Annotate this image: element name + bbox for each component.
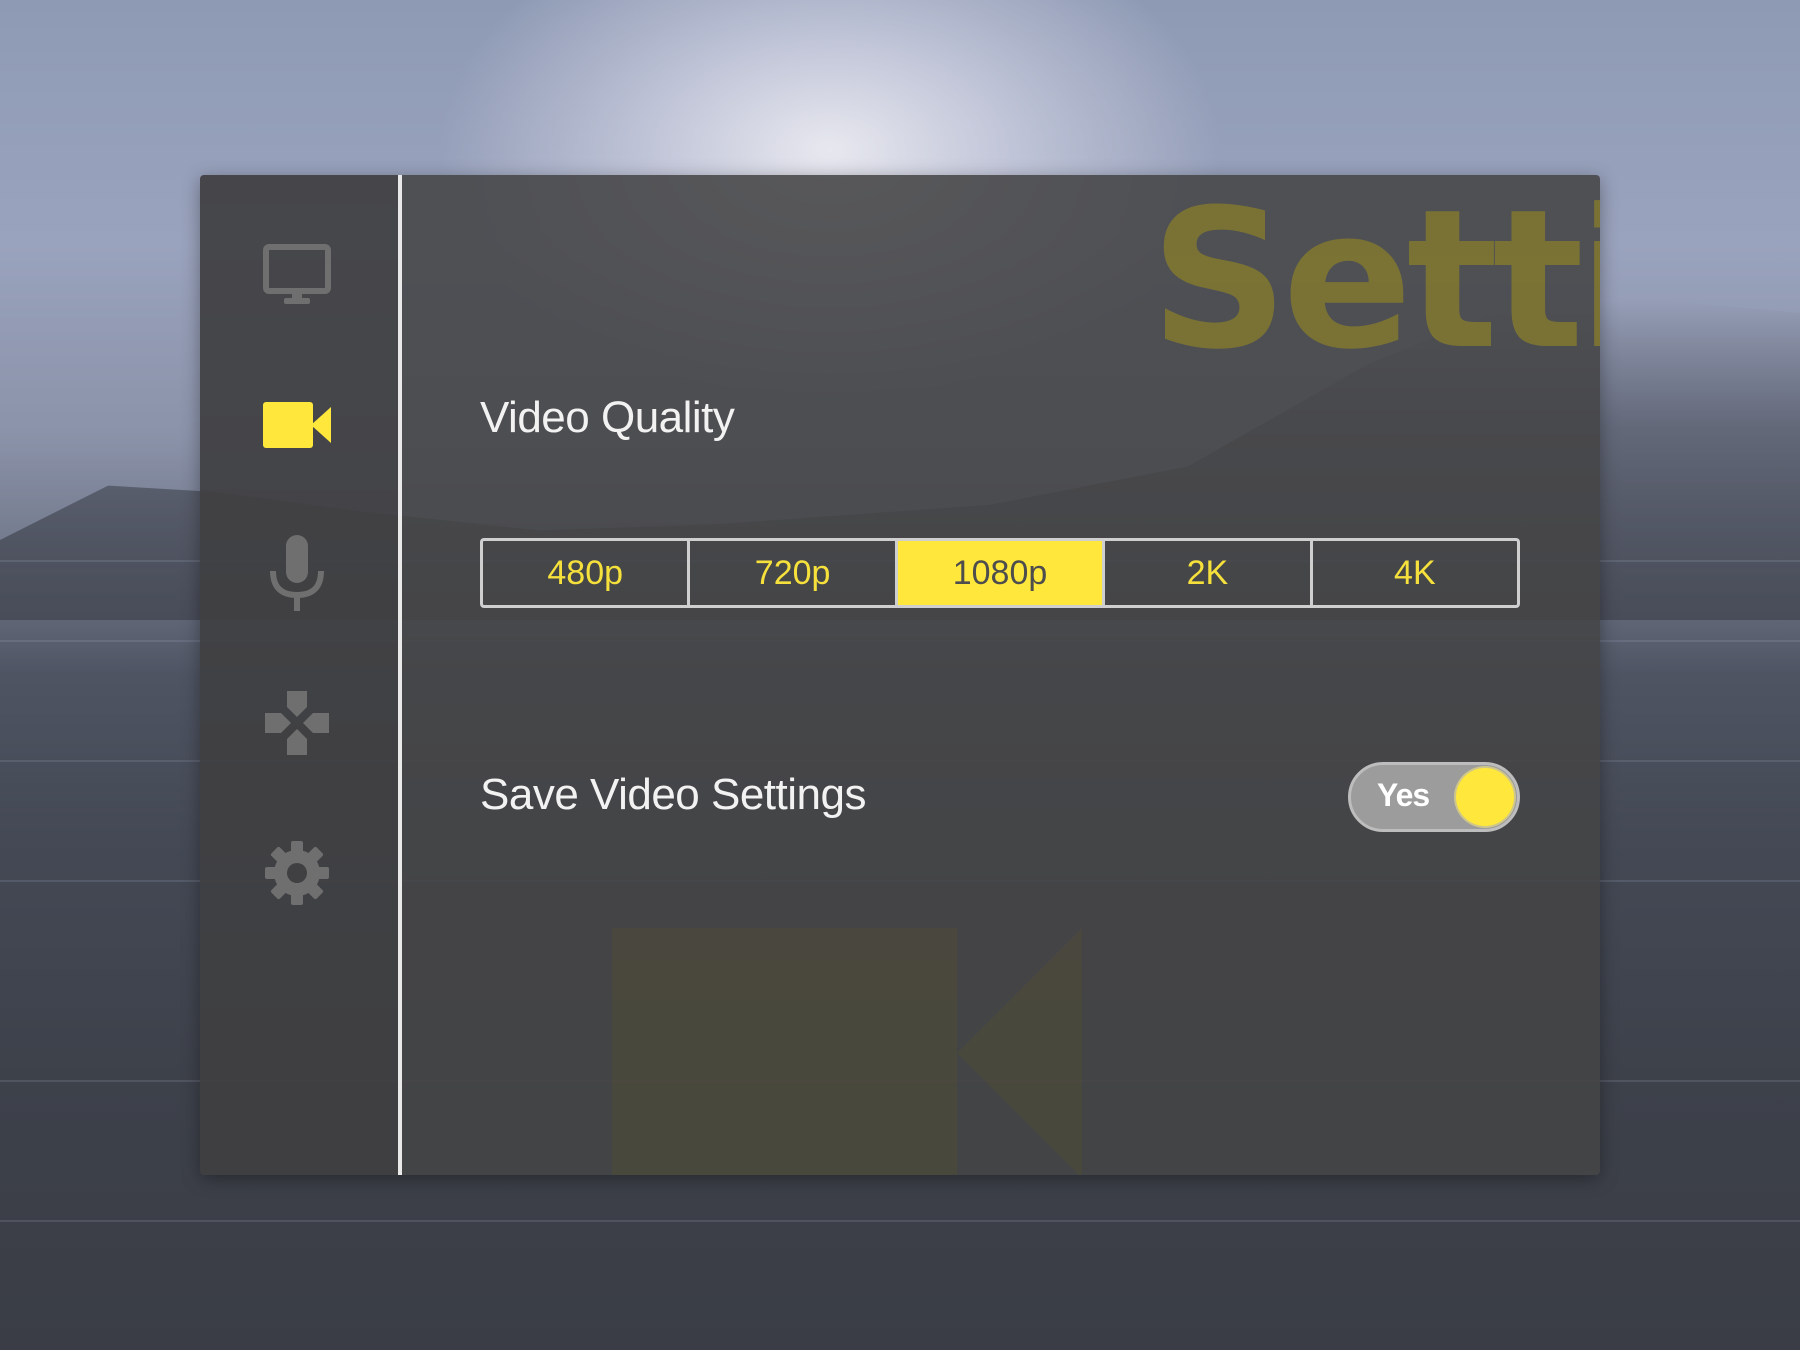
- gamepad-icon: [265, 691, 329, 755]
- settings-panel: Settings Video Quality 480p 720p 1080p 2…: [200, 175, 1600, 1175]
- sidebar-item-gaming[interactable]: [262, 688, 332, 758]
- sidebar-item-general[interactable]: [262, 838, 332, 908]
- quality-option-720p[interactable]: 720p: [690, 541, 898, 605]
- save-video-settings-label: Save Video Settings: [480, 770, 866, 819]
- video-camera-icon: [263, 402, 331, 448]
- video-quality-selector: 480p 720p 1080p 2K 4K: [480, 538, 1520, 608]
- quality-option-4k[interactable]: 4K: [1313, 541, 1517, 605]
- gear-icon: [265, 841, 329, 905]
- video-quality-label: Video Quality: [480, 393, 735, 442]
- microphone-icon: [270, 535, 324, 611]
- quality-option-480p[interactable]: 480p: [483, 541, 691, 605]
- video-camera-watermark-icon: [612, 928, 1082, 1175]
- background-wave: [0, 1220, 1800, 1222]
- quality-option-2k[interactable]: 2K: [1105, 541, 1313, 605]
- toggle-label: Yes: [1377, 777, 1430, 813]
- sidebar-item-video[interactable]: [262, 390, 332, 460]
- sidebar: [200, 175, 398, 1175]
- toggle-knob[interactable]: [1456, 768, 1514, 826]
- settings-watermark-title: Settings: [1150, 175, 1600, 392]
- main-content: Settings: [402, 175, 1600, 1175]
- save-settings-toggle[interactable]: Yes: [1348, 762, 1520, 832]
- sidebar-item-audio[interactable]: [262, 535, 332, 611]
- sidebar-item-display[interactable]: [262, 240, 332, 310]
- quality-option-1080p[interactable]: 1080p: [897, 541, 1106, 605]
- monitor-icon: [263, 244, 331, 304]
